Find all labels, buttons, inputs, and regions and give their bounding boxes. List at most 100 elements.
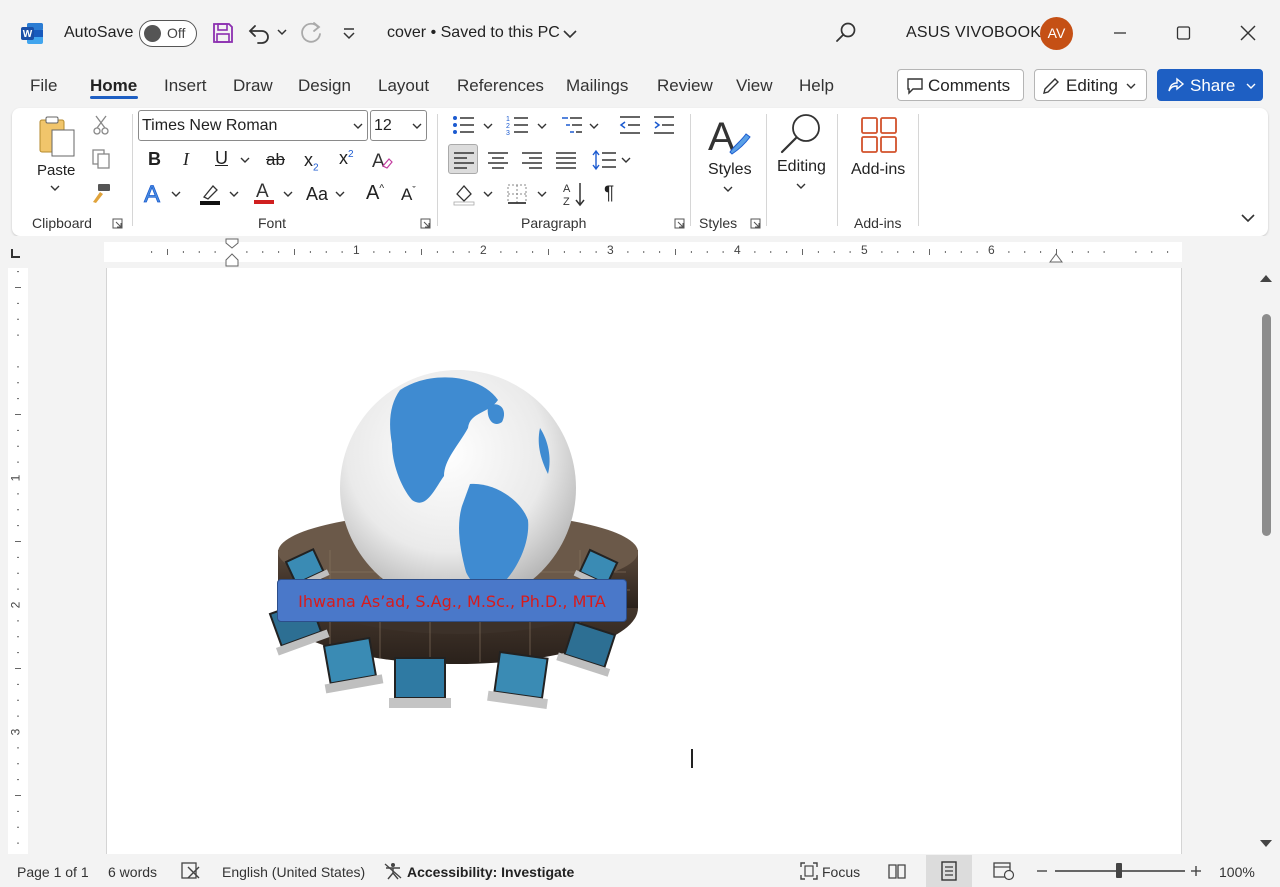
dialog-launcher-icon[interactable]: [112, 218, 123, 229]
tab-review[interactable]: Review: [657, 76, 713, 96]
shading-icon[interactable]: [452, 182, 476, 206]
focus-button[interactable]: Focus: [822, 864, 860, 880]
bold-button[interactable]: B: [148, 149, 161, 170]
close-button[interactable]: [1228, 18, 1268, 48]
chevron-down-icon[interactable]: [229, 190, 239, 198]
tab-references[interactable]: References: [457, 76, 544, 96]
language[interactable]: English (United States): [222, 864, 365, 880]
styles-icon[interactable]: A: [706, 112, 752, 158]
clear-formatting-icon[interactable]: A: [370, 148, 394, 172]
align-left-button[interactable]: [448, 144, 478, 174]
autosave-toggle[interactable]: Off: [139, 20, 197, 47]
superscript-button[interactable]: x2: [339, 148, 354, 169]
subscript-button[interactable]: x2: [304, 150, 319, 174]
tab-layout[interactable]: Layout: [378, 76, 429, 96]
italic-button[interactable]: I: [183, 149, 189, 170]
text-effects-icon[interactable]: A: [142, 180, 168, 208]
chevron-down-icon[interactable]: [796, 182, 806, 190]
comments-button[interactable]: Comments: [897, 69, 1024, 101]
share-button[interactable]: Share: [1157, 69, 1263, 101]
chevron-down-icon[interactable]: [537, 122, 547, 130]
accessibility-icon[interactable]: [383, 862, 403, 880]
find-icon[interactable]: [778, 112, 824, 156]
chevron-down-icon[interactable]: [723, 185, 733, 193]
document-title[interactable]: cover • Saved to this PC: [387, 24, 560, 42]
dialog-launcher-icon[interactable]: [750, 218, 761, 229]
redo-icon[interactable]: [298, 20, 324, 46]
add-ins-button[interactable]: Add-ins: [851, 161, 905, 179]
scroll-up-icon[interactable]: [1259, 272, 1273, 284]
chevron-down-icon[interactable]: [537, 190, 547, 198]
search-icon[interactable]: [834, 21, 858, 45]
indent-marker-icon[interactable]: [224, 238, 240, 268]
strikethrough-button[interactable]: ab: [266, 150, 285, 170]
vertical-ruler[interactable]: 1 2 3: [8, 268, 28, 854]
chevron-down-icon[interactable]: [1246, 82, 1256, 90]
tab-selector-icon[interactable]: [10, 247, 22, 259]
chevron-down-icon[interactable]: [171, 190, 181, 198]
increase-indent-icon[interactable]: [652, 114, 676, 136]
tab-design[interactable]: Design: [298, 76, 351, 96]
zoom-slider-thumb[interactable]: [1116, 863, 1122, 878]
align-center-icon[interactable]: [487, 150, 509, 170]
justify-icon[interactable]: [555, 150, 577, 170]
zoom-level[interactable]: 100%: [1219, 864, 1255, 880]
align-right-icon[interactable]: [521, 150, 543, 170]
borders-icon[interactable]: [506, 183, 528, 205]
tab-help[interactable]: Help: [799, 76, 834, 96]
chevron-down-icon[interactable]: [589, 122, 599, 130]
scroll-down-icon[interactable]: [1259, 838, 1273, 850]
add-ins-icon[interactable]: [860, 116, 898, 154]
word-logo-icon[interactable]: W: [20, 21, 45, 46]
focus-icon[interactable]: [799, 861, 819, 881]
save-icon[interactable]: [211, 21, 235, 45]
undo-dropdown-icon[interactable]: [276, 22, 288, 42]
multilevel-list-icon[interactable]: [560, 114, 584, 136]
line-spacing-icon[interactable]: [592, 148, 618, 172]
dialog-launcher-icon[interactable]: [420, 218, 431, 229]
zoom-in-icon[interactable]: [1190, 865, 1202, 877]
decrease-indent-icon[interactable]: [618, 114, 642, 136]
shrink-font-button[interactable]: Aˇ: [401, 185, 416, 205]
avatar[interactable]: AV: [1040, 17, 1073, 50]
zoom-out-icon[interactable]: [1036, 865, 1048, 877]
chevron-down-icon[interactable]: [621, 156, 631, 164]
tab-home[interactable]: Home: [90, 76, 137, 96]
proofing-icon[interactable]: [181, 862, 201, 880]
styles-button[interactable]: Styles: [708, 161, 752, 179]
chevron-down-icon[interactable]: [483, 190, 493, 198]
customize-toolbar-icon[interactable]: [341, 24, 357, 42]
web-layout-icon[interactable]: [993, 861, 1015, 881]
font-name-combobox[interactable]: Times New Roman: [138, 110, 368, 141]
right-indent-marker-icon[interactable]: [1048, 248, 1064, 264]
undo-icon[interactable]: [247, 20, 273, 46]
tab-mailings[interactable]: Mailings: [566, 76, 628, 96]
horizontal-ruler[interactable]: 1 2 3 4 5 6: [104, 242, 1182, 262]
chevron-down-icon[interactable]: [335, 190, 345, 198]
chevron-down-icon[interactable]: [240, 156, 250, 164]
user-name[interactable]: ASUS VIVOBOOK: [906, 24, 1041, 42]
tab-draw[interactable]: Draw: [233, 76, 273, 96]
show-formatting-marks-button[interactable]: ¶: [604, 183, 614, 205]
word-count[interactable]: 6 words: [108, 864, 157, 880]
paste-icon[interactable]: [36, 114, 78, 160]
ribbon-collapse-icon[interactable]: [1240, 212, 1256, 224]
grow-font-button[interactable]: A^: [366, 182, 384, 205]
font-color-icon[interactable]: A: [252, 180, 276, 206]
editing-button[interactable]: Editing: [777, 158, 826, 176]
tab-insert[interactable]: Insert: [164, 76, 207, 96]
minimize-button[interactable]: [1100, 18, 1140, 48]
paste-button[interactable]: Paste: [37, 162, 75, 179]
dialog-launcher-icon[interactable]: [674, 218, 685, 229]
highlighter-icon[interactable]: [198, 182, 222, 206]
tab-file[interactable]: File: [30, 76, 57, 96]
cut-icon[interactable]: [92, 114, 110, 136]
numbering-icon[interactable]: 1 2 3: [506, 114, 530, 136]
print-layout-button[interactable]: [926, 855, 972, 887]
format-painter-icon[interactable]: [90, 182, 112, 204]
sort-icon[interactable]: A Z: [562, 180, 586, 208]
author-name-text[interactable]: Ihwana As’ad, S.Ag., M.Sc., Ph.D., MTA: [278, 592, 626, 611]
accessibility-status[interactable]: Accessibility: Investigate: [407, 864, 574, 880]
globe-network-image[interactable]: [230, 350, 690, 750]
chevron-down-icon[interactable]: [283, 190, 293, 198]
